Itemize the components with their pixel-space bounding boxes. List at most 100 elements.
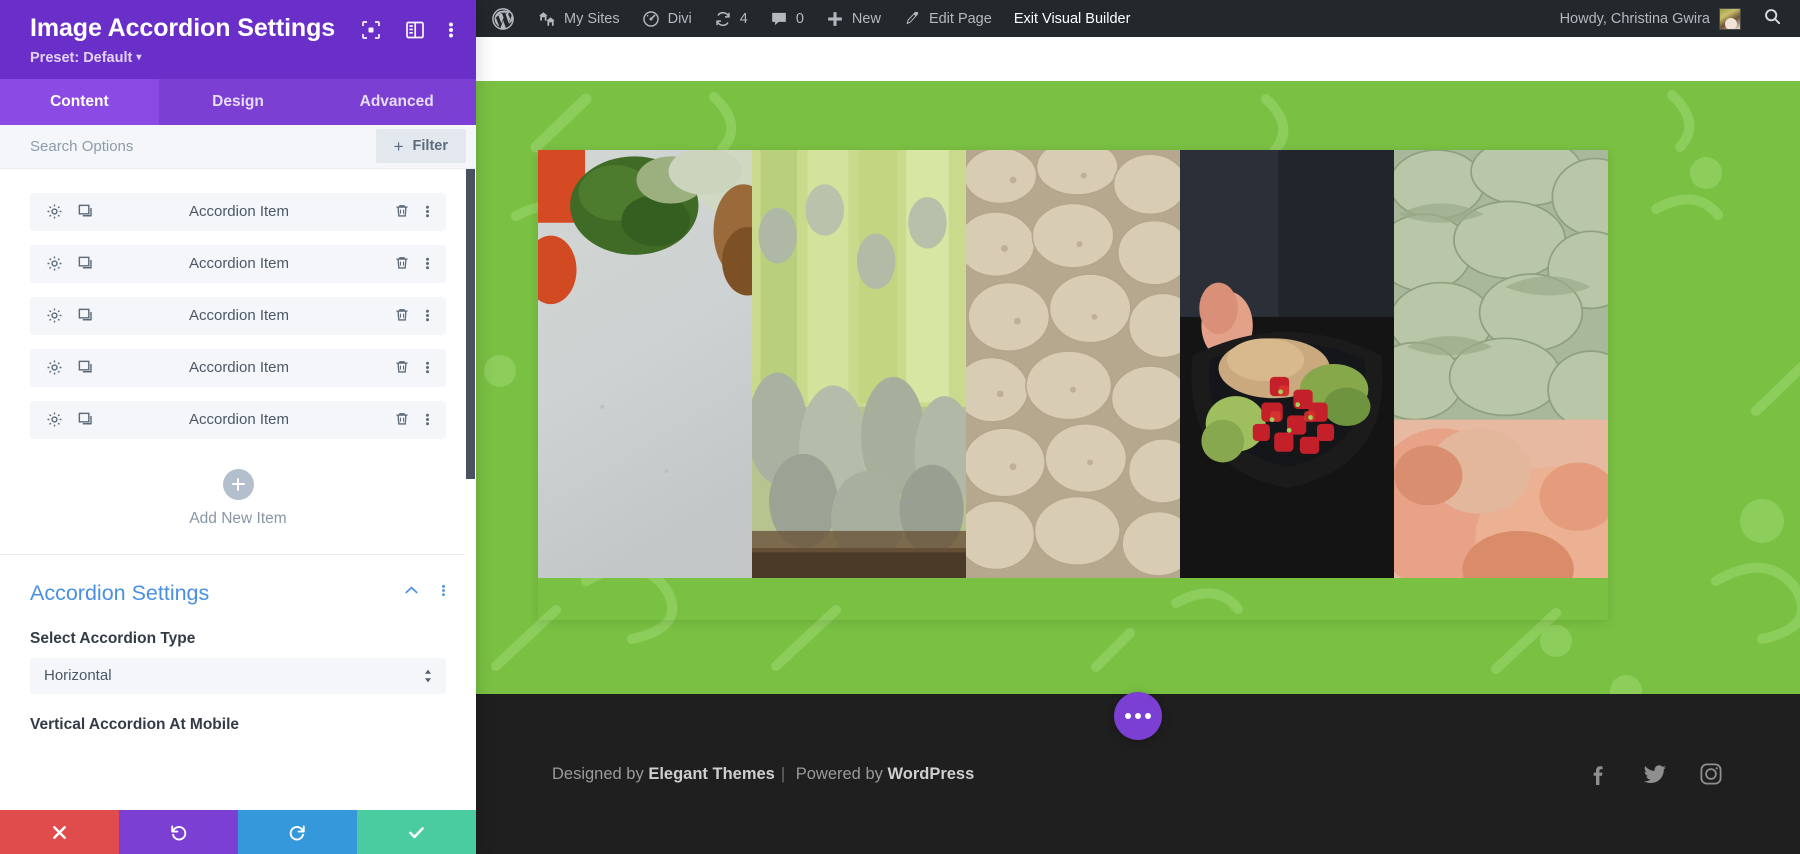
wp-logo-button[interactable] (484, 0, 527, 37)
table-row[interactable]: Accordion Item (30, 401, 446, 439)
more-options-icon (1125, 713, 1131, 719)
filter-button[interactable]: + Filter (376, 129, 466, 163)
pane-artichoke[interactable] (1394, 150, 1608, 620)
potatoes-image (966, 150, 1180, 578)
redo-button[interactable] (238, 810, 357, 854)
cancel-button[interactable] (0, 810, 119, 854)
plus-icon: + (394, 138, 404, 155)
vertical-accordion-mobile-label: Vertical Accordion At Mobile (30, 716, 446, 732)
footer-credit: Designed by Elegant Themes| Powered by W… (552, 765, 1586, 784)
trash-icon[interactable] (394, 307, 411, 324)
chevron-up-icon[interactable] (402, 581, 421, 605)
tab-advanced[interactable]: Advanced (317, 79, 476, 125)
admin-bar-search[interactable] (1753, 7, 1796, 30)
gear-icon[interactable] (46, 255, 63, 272)
settings-action-bar (0, 810, 476, 854)
accordion-items-list: Accordion Item (0, 169, 476, 554)
admin-bar-my-sites[interactable]: My Sites (527, 0, 631, 37)
more-vertical-icon[interactable] (425, 307, 430, 324)
close-icon (50, 823, 69, 842)
more-options-icon (1135, 713, 1141, 719)
chevron-down-icon: ▾ (136, 52, 141, 63)
asparagus-image (752, 150, 966, 578)
focus-target-icon[interactable] (360, 19, 382, 41)
more-options-icon (1145, 713, 1151, 719)
instagram-icon[interactable] (1698, 761, 1724, 787)
add-new-item-label: Add New Item (30, 510, 446, 528)
list-item-label: Accordion Item (84, 359, 394, 376)
scrollbar-thumb[interactable] (466, 169, 475, 479)
pane-asparagus[interactable] (752, 150, 966, 620)
trash-icon[interactable] (394, 203, 411, 220)
gear-icon[interactable] (46, 359, 63, 376)
broccoli-image (538, 150, 752, 578)
pencil-icon (903, 10, 921, 28)
admin-bar-my-sites-label: My Sites (564, 11, 620, 27)
accordion-type-label: Select Accordion Type (30, 630, 446, 648)
wp-admin-bar: My Sites Divi (476, 0, 1800, 37)
avatar (1719, 8, 1741, 30)
add-new-item-button[interactable]: Add New Item (30, 453, 446, 554)
updates-icon (714, 10, 732, 28)
scrollbar-track[interactable] (465, 169, 476, 810)
section-title[interactable]: Accordion Settings (30, 581, 402, 606)
save-button[interactable] (357, 810, 476, 854)
more-vertical-icon[interactable] (448, 19, 454, 41)
admin-bar-new[interactable]: New (815, 0, 892, 37)
admin-bar-exit-visual-builder[interactable]: Exit Visual Builder (1003, 0, 1142, 37)
wordpress-link[interactable]: WordPress (887, 765, 974, 783)
facebook-icon[interactable] (1586, 761, 1612, 787)
table-row[interactable]: Accordion Item (30, 349, 446, 387)
page-title: Image Accordion Settings (30, 14, 360, 43)
table-row[interactable]: Accordion Item (30, 245, 446, 283)
more-vertical-icon[interactable] (425, 255, 430, 272)
wordpress-logo-icon (492, 8, 514, 30)
search-input[interactable] (30, 125, 280, 167)
admin-bar-comments-count: 0 (796, 11, 804, 27)
table-row[interactable]: Accordion Item (30, 297, 446, 335)
artichoke-image (1394, 150, 1608, 578)
twitter-icon[interactable] (1642, 761, 1668, 787)
hero-section (476, 81, 1800, 694)
accordion-type-select[interactable]: Horizontal Vertical (30, 658, 446, 694)
footer-social-links (1586, 761, 1724, 787)
sites-icon (538, 10, 556, 28)
comment-icon (770, 10, 788, 28)
trash-icon[interactable] (394, 255, 411, 272)
pane-poke-bowl[interactable] (1180, 150, 1394, 620)
admin-bar-edit-page[interactable]: Edit Page (892, 0, 1003, 37)
gear-icon[interactable] (46, 307, 63, 324)
more-vertical-icon[interactable] (441, 581, 446, 605)
list-item-label: Accordion Item (84, 255, 394, 272)
more-vertical-icon[interactable] (425, 411, 430, 428)
gear-icon[interactable] (46, 203, 63, 220)
admin-bar-account[interactable]: Howdy, Christina Gwira (1548, 8, 1753, 30)
admin-bar-updates[interactable]: 4 (703, 0, 759, 37)
trash-icon[interactable] (394, 411, 411, 428)
tab-content[interactable]: Content (0, 79, 159, 125)
admin-bar-updates-count: 4 (740, 11, 748, 27)
divi-speedometer-icon (642, 10, 660, 28)
floating-settings-button[interactable] (1114, 692, 1162, 740)
undo-button[interactable] (119, 810, 238, 854)
table-row[interactable]: Accordion Item (30, 193, 446, 231)
poke-bowl-image (1180, 150, 1394, 578)
admin-bar-divi[interactable]: Divi (631, 0, 703, 37)
page-top-whitespace (476, 37, 1800, 81)
admin-bar-comments[interactable]: 0 (759, 0, 815, 37)
list-item-label: Accordion Item (84, 203, 394, 220)
tab-design[interactable]: Design (159, 79, 318, 125)
layout-toggle-icon[interactable] (404, 19, 426, 41)
pane-broccoli[interactable] (538, 150, 752, 620)
accordion-settings-section: Accordion Settings (0, 555, 476, 732)
more-vertical-icon[interactable] (425, 359, 430, 376)
pane-potatoes[interactable] (966, 150, 1180, 620)
footer-separator: | (781, 765, 785, 783)
trash-icon[interactable] (394, 359, 411, 376)
preset-selector[interactable]: Preset: Default▾ (30, 50, 141, 66)
gear-icon[interactable] (46, 411, 63, 428)
elegant-themes-link[interactable]: Elegant Themes (648, 765, 775, 783)
plus-circle-icon[interactable] (223, 469, 254, 500)
more-vertical-icon[interactable] (425, 203, 430, 220)
powered-by-prefix: Powered by (791, 765, 887, 783)
